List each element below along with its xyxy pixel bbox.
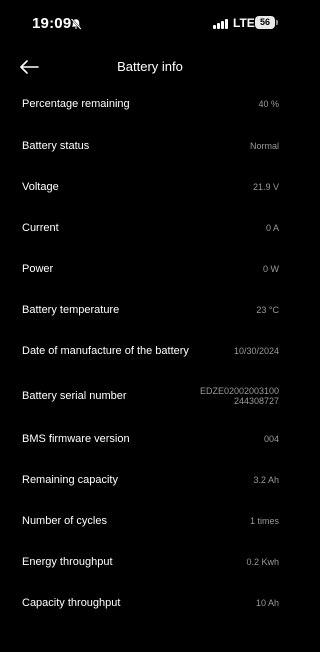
row-voltage: Voltage 21.9 V [22,181,279,193]
row-battery-serial-number: Battery serial number EDZE02002003100 24… [22,386,279,406]
row-value: 10/30/2024 [233,346,279,356]
row-capacity-throughput: Capacity throughput 10 Ah [22,597,279,609]
row-value: 0.2 Kwh [246,557,279,567]
row-battery-temperature: Battery temperature 23 °C [22,304,279,316]
row-label: Voltage [22,181,59,193]
row-number-of-cycles: Number of cycles 1 times [22,515,279,527]
row-value: 004 [263,434,279,444]
row-value: 10 Ah [255,598,279,608]
bell-off-icon [70,18,82,30]
serial-line-2: 244308727 [233,396,279,406]
row-label: Battery temperature [22,304,120,316]
row-battery-status: Battery status Normal [22,140,279,152]
row-label: Date of manufacture of the battery [22,345,189,357]
row-value: 21.9 V [252,182,279,192]
row-value: 0 A [265,223,279,233]
battery-tip [276,20,278,25]
row-value: 40 % [258,99,279,109]
row-percentage-remaining: Percentage remaining 40 % [22,98,279,110]
row-remaining-capacity: Remaining capacity 3.2 Ah [22,474,279,486]
header: Battery info [0,50,300,84]
row-label: Battery status [22,140,90,152]
row-value: 3.2 Ah [253,475,279,485]
page-title: Battery info [117,59,183,74]
row-value: Normal [249,141,279,151]
status-time: 19:09 [32,15,72,32]
row-value: 23 °C [256,305,279,315]
network-type: LTE [233,16,255,30]
row-label: Capacity throughput [22,597,121,609]
row-label: Battery serial number [22,390,127,402]
row-energy-throughput: Energy throughput 0.2 Kwh [22,556,279,568]
row-bms-firmware-version: BMS firmware version 004 [22,433,279,445]
row-power: Power 0 W [22,263,279,275]
row-date-of-manufacture: Date of manufacture of the battery 10/30… [22,345,279,357]
serial-line-1: EDZE02002003100 [199,386,279,396]
row-label: Energy throughput [22,556,113,568]
row-label: Percentage remaining [22,98,130,110]
row-value: 0 W [262,264,279,274]
row-value: 1 times [249,516,279,526]
signal-icon [213,18,229,29]
row-label: Current [22,222,59,234]
row-value: EDZE02002003100 244308727 [179,386,279,406]
row-label: Remaining capacity [22,474,118,486]
row-label: Power [22,263,54,275]
row-current: Current 0 A [22,222,279,234]
row-label: BMS firmware version [22,433,130,445]
status-bar: 19:09 LTE 56 [0,0,300,46]
row-label: Number of cycles [22,515,107,527]
battery-icon: 56 [255,16,275,29]
